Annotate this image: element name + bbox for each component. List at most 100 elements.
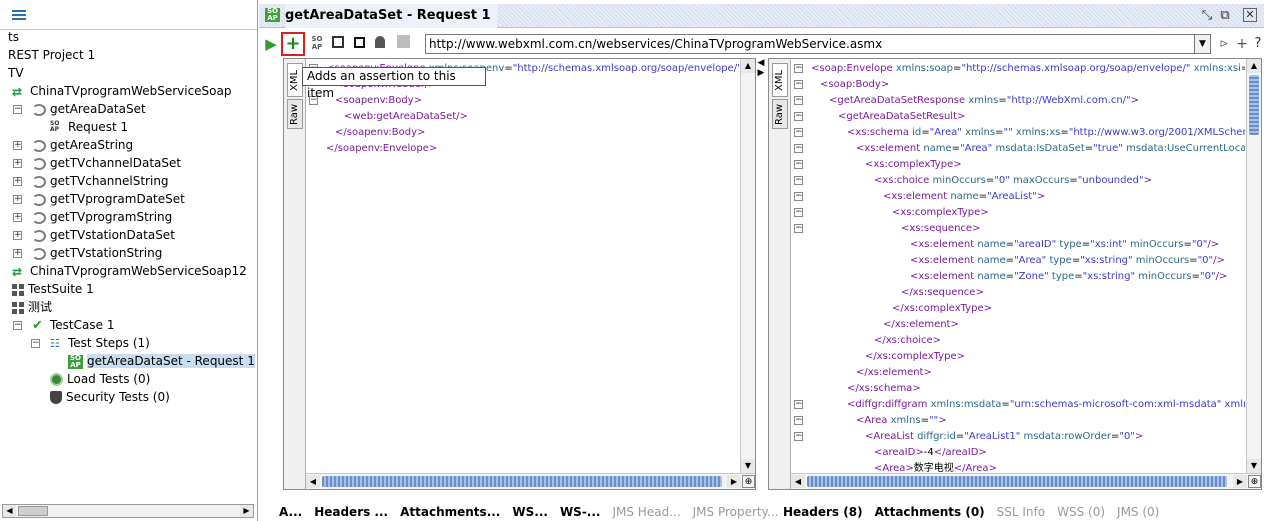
bottom-tab[interactable]: Headers (8): [783, 503, 863, 521]
fold-toggle-icon[interactable]: −: [794, 112, 803, 121]
editor-splitter[interactable]: ◀ ▶: [756, 58, 766, 490]
tree-node[interactable]: ts: [8, 28, 19, 46]
code-line[interactable]: </soapenv:Body>: [335, 125, 425, 141]
scroll-right-icon[interactable]: ▶: [240, 505, 253, 517]
code-line[interactable]: <areaID>-4</areaID>: [874, 445, 987, 461]
scroll-thumb[interactable]: [807, 476, 1227, 487]
code-line[interactable]: </xs:choice>: [874, 333, 941, 349]
response-xml-tab[interactable]: XML: [772, 63, 788, 97]
bottom-tab[interactable]: Headers ...: [314, 503, 388, 521]
bottom-tab[interactable]: JMS Property...: [693, 503, 779, 521]
detach-icon[interactable]: ⧉: [1217, 8, 1233, 24]
tree-node[interactable]: ⇄ ChinaTVprogramWebServiceSoap12: [12, 262, 247, 280]
tree-node[interactable]: Security Tests (0): [50, 388, 170, 406]
bottom-tab[interactable]: WSS (0): [1057, 503, 1105, 521]
clone-request-icon[interactable]: [350, 35, 368, 53]
scroll-down-icon[interactable]: ▼: [1247, 459, 1261, 473]
tree-node[interactable]: ⇄ ChinaTVprogramWebServiceSoap: [12, 82, 231, 100]
tree-node[interactable]: + getTVstationDataSet: [13, 226, 175, 244]
tree-node[interactable]: + getTVprogramDateSet: [13, 190, 185, 208]
expand-icon[interactable]: +: [13, 195, 22, 204]
code-line[interactable]: <diffgr:diffgram xmlns:msdata="urn:schem…: [847, 397, 1245, 413]
zoom-icon[interactable]: ⊕: [1248, 475, 1261, 488]
code-line[interactable]: </xs:schema>: [847, 381, 921, 397]
tree-node[interactable]: + getAreaString: [13, 136, 133, 154]
expand-icon[interactable]: +: [13, 231, 22, 240]
create-empty-icon[interactable]: [329, 35, 347, 53]
code-line[interactable]: <Area>数字电视</Area>: [874, 461, 997, 473]
fold-toggle-icon[interactable]: −: [794, 144, 803, 153]
fold-toggle-icon[interactable]: −: [794, 80, 803, 89]
request-vertical-scrollbar[interactable]: ▲ ▼: [740, 59, 755, 473]
tree-node[interactable]: + getTVchannelDataSet: [13, 154, 181, 172]
request-xml-editor[interactable]: XML Raw −− <soapenv:Envelope xmlns:soape…: [283, 58, 756, 490]
bottom-tab[interactable]: WS...: [512, 503, 548, 521]
code-line[interactable]: <xs:element name="AreaList">: [883, 189, 1045, 205]
code-line[interactable]: <web:getAreaDataSet/>: [344, 109, 468, 125]
scroll-up-icon[interactable]: ▲: [1247, 59, 1261, 73]
code-line[interactable]: <xs:complexType>: [865, 157, 962, 173]
scroll-left-icon[interactable]: ◀: [791, 475, 805, 488]
run-request-icon[interactable]: ▶: [262, 35, 280, 53]
soap-format-icon[interactable]: SO AP: [308, 35, 326, 53]
tree-node[interactable]: TV: [8, 64, 24, 82]
code-line[interactable]: <xs:complexType>: [892, 205, 989, 221]
fold-toggle-icon[interactable]: −: [794, 416, 803, 425]
tree-node[interactable]: − ☷ Test Steps (1): [31, 334, 150, 352]
code-line[interactable]: <xs:element name="areaID" type="xs:int" …: [910, 237, 1219, 253]
expand-icon[interactable]: +: [13, 141, 22, 150]
fold-toggle-icon[interactable]: −: [794, 192, 803, 201]
fold-toggle-icon[interactable]: −: [794, 128, 803, 137]
add-assertion-icon[interactable]: +: [281, 32, 305, 56]
scroll-thumb[interactable]: [322, 476, 722, 487]
bottom-tab[interactable]: A...: [279, 503, 302, 521]
fold-toggle-icon[interactable]: −: [794, 208, 803, 217]
navigator-horizontal-scrollbar[interactable]: ◀ ▶: [2, 504, 254, 518]
endpoint-url-field[interactable]: http://www.webxml.com.cn/webservices/Chi…: [425, 34, 1195, 54]
code-line[interactable]: </xs:complexType>: [865, 349, 965, 365]
scroll-thumb[interactable]: [1249, 75, 1259, 135]
code-line[interactable]: <Area xmlns="">: [856, 413, 947, 429]
close-icon[interactable]: ✕: [1243, 8, 1257, 22]
minimize-icon[interactable]: ⤡: [1199, 8, 1215, 24]
expand-icon[interactable]: +: [13, 249, 22, 258]
code-line[interactable]: </xs:element>: [883, 317, 959, 333]
collapse-icon[interactable]: −: [13, 321, 22, 330]
response-raw-tab[interactable]: Raw: [772, 99, 788, 129]
tree-node[interactable]: − ✔ TestCase 1: [13, 316, 114, 334]
fold-toggle-icon[interactable]: −: [794, 160, 803, 169]
response-code[interactable]: <soap:Envelope xmlns:soap="http://schema…: [807, 59, 1245, 473]
zoom-icon[interactable]: ⊕: [742, 475, 755, 488]
scroll-left-icon[interactable]: ◀: [3, 505, 16, 517]
code-line[interactable]: <soapenv:Body>: [335, 93, 422, 109]
request-xml-tab[interactable]: XML: [287, 63, 303, 97]
code-line[interactable]: </xs:sequence>: [901, 285, 984, 301]
bottom-tab[interactable]: SSL Info: [997, 503, 1045, 521]
fold-toggle-icon[interactable]: −: [794, 176, 803, 185]
response-vertical-scrollbar[interactable]: ▲ ▼: [1246, 59, 1261, 473]
expand-icon[interactable]: +: [13, 159, 22, 168]
code-line[interactable]: <soap:Body>: [820, 77, 889, 93]
scroll-right-icon[interactable]: ▶: [1233, 475, 1247, 488]
code-line[interactable]: </soapenv:Envelope>: [326, 141, 437, 157]
collapse-icon[interactable]: −: [13, 105, 22, 114]
request-horizontal-scrollbar[interactable]: ◀ ▶ ⊕: [306, 473, 755, 489]
code-line[interactable]: <xs:choice minOccurs="0" maxOccurs="unbo…: [874, 173, 1152, 189]
scroll-up-icon[interactable]: ▲: [741, 59, 755, 73]
tree-node[interactable]: Load Tests (0): [50, 370, 150, 388]
code-line[interactable]: <xs:sequence>: [901, 221, 980, 237]
response-xml-editor[interactable]: XML Raw − − − − − − − − − − − − − − <soap:Envelope xm…: [768, 58, 1262, 490]
tree-node[interactable]: + getTVchannelString: [13, 172, 169, 190]
tree-node[interactable]: − getAreaDataSet: [13, 100, 146, 118]
code-line[interactable]: <getAreaDataSetResult>: [838, 109, 965, 125]
fold-toggle-icon[interactable]: −: [794, 432, 803, 441]
bottom-tab[interactable]: WS-...: [560, 503, 601, 521]
authorization-icon[interactable]: [371, 35, 389, 53]
bottom-tab[interactable]: Attachments (0): [875, 503, 985, 521]
code-line[interactable]: <getAreaDataSetResponse xmlns="http://We…: [829, 93, 1139, 109]
response-horizontal-scrollbar[interactable]: ◀ ▶ ⊕: [791, 473, 1261, 489]
scroll-right-icon[interactable]: ▶: [727, 475, 741, 488]
edit-endpoint-icon[interactable]: ⊳: [1215, 35, 1233, 53]
collapse-icon[interactable]: −: [31, 339, 40, 348]
code-line[interactable]: <soap:Envelope xmlns:soap="http://schema…: [811, 61, 1245, 77]
